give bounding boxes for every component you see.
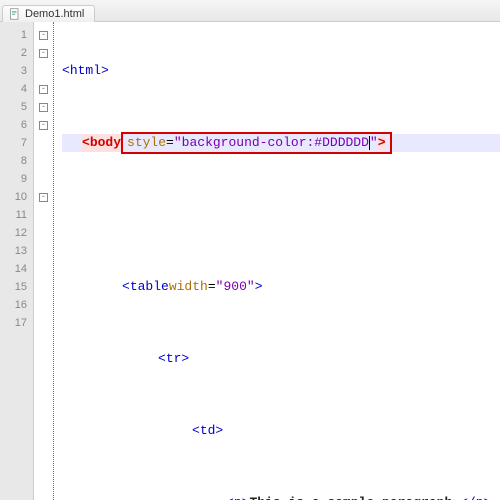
line-number: 9 — [2, 170, 27, 188]
file-icon — [9, 8, 21, 20]
tab-filename: Demo1.html — [25, 8, 84, 20]
line-number-gutter: 1 2 3 4 5 6 7 8 9 10 11 12 13 14 15 16 1… — [0, 22, 34, 500]
line-number: 3 — [2, 62, 27, 80]
fold-toggle-icon[interactable]: - — [39, 193, 48, 202]
line-number: 4 — [2, 80, 27, 98]
file-tab[interactable]: Demo1.html — [2, 5, 95, 22]
line-number: 10 — [2, 188, 27, 206]
line-number: 11 — [2, 206, 27, 224]
highlighted-line: <body style="background-color:#DDDDDD"> — [62, 134, 500, 152]
tab-bar: Demo1.html — [0, 0, 500, 22]
line-number: 16 — [2, 296, 27, 314]
line-number: 12 — [2, 224, 27, 242]
line-number: 17 — [2, 314, 27, 332]
line-number: 1 — [2, 26, 27, 44]
fold-toggle-icon[interactable]: - — [39, 49, 48, 58]
fold-toggle-icon[interactable]: - — [39, 121, 48, 130]
fold-column: - - - - - - — [34, 22, 54, 500]
fold-toggle-icon[interactable]: - — [39, 103, 48, 112]
fold-toggle-icon[interactable]: - — [39, 85, 48, 94]
highlight-box: style="background-color:#DDDDDD"> — [121, 132, 392, 154]
line-number: 15 — [2, 278, 27, 296]
line-number: 14 — [2, 260, 27, 278]
line-number: 6 — [2, 116, 27, 134]
code-area[interactable]: <html> <body style="background-color:#DD… — [54, 22, 500, 500]
fold-toggle-icon[interactable]: - — [39, 31, 48, 40]
line-number: 7 — [2, 134, 27, 152]
line-number: 5 — [2, 98, 27, 116]
line-number: 8 — [2, 152, 27, 170]
line-number: 13 — [2, 242, 27, 260]
line-number: 2 — [2, 44, 27, 62]
code-editor[interactable]: 1 2 3 4 5 6 7 8 9 10 11 12 13 14 15 16 1… — [0, 22, 500, 500]
